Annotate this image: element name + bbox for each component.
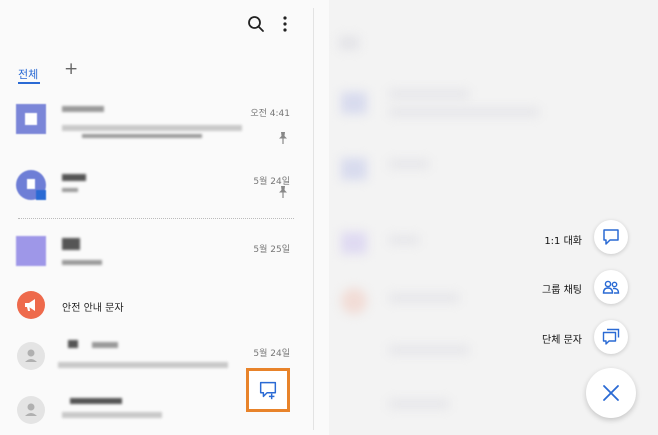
group-chat-button[interactable] — [594, 270, 628, 304]
conversation-row-safety[interactable] — [0, 285, 310, 325]
conversation-row[interactable]: 5월 24일 — [0, 166, 310, 210]
person-icon — [25, 349, 37, 362]
avatar — [16, 104, 46, 134]
avatar — [16, 236, 46, 266]
one-to-one-chat-button[interactable] — [594, 220, 628, 254]
megaphone-icon — [25, 299, 35, 311]
menu-label-one-to-one[interactable]: 1:1 대화 — [512, 232, 582, 247]
conversation-time: 5월 24일 — [253, 349, 290, 359]
contact-name-redacted — [92, 342, 118, 348]
close-fab-button[interactable] — [586, 368, 636, 418]
safety-avatar — [17, 291, 45, 319]
message-preview-redacted — [62, 260, 102, 265]
menu-label-broadcast[interactable]: 단체 문자 — [512, 331, 582, 346]
broadcast-message-button[interactable] — [594, 320, 628, 354]
broadcast-icon — [602, 328, 620, 345]
more-vert-icon[interactable] — [275, 14, 295, 34]
search-icon[interactable] — [246, 14, 266, 34]
pin-icon — [279, 132, 287, 144]
screen-divider — [313, 8, 314, 430]
new-chat-icon — [259, 381, 277, 400]
menu-label-group-chat[interactable]: 그룹 채팅 — [512, 281, 582, 296]
avatar — [17, 396, 45, 424]
contact-name-redacted — [62, 174, 86, 181]
pin-icon — [279, 186, 287, 198]
message-preview-redacted — [62, 412, 162, 418]
person-icon — [25, 403, 37, 416]
conversation-time: 오전 4:41 — [250, 109, 290, 119]
tab-all-underline — [18, 82, 40, 84]
close-icon — [603, 385, 619, 401]
conversation-row[interactable]: 오전 4:41 — [0, 100, 310, 146]
avatar — [17, 342, 45, 370]
message-preview-redacted — [58, 362, 228, 368]
contact-name-redacted — [62, 238, 80, 250]
tab-all[interactable]: 전체 — [18, 66, 38, 82]
add-tab-button[interactable]: + — [64, 59, 78, 79]
chat-bubble-icon — [603, 229, 619, 245]
pinned-divider — [18, 218, 294, 219]
contact-name-redacted — [62, 106, 104, 112]
message-preview-redacted — [62, 188, 78, 192]
new-chat-button[interactable] — [246, 368, 290, 412]
contact-name-redacted — [70, 398, 122, 404]
conversation-row[interactable]: 5월 25일 — [0, 232, 310, 272]
conversation-name: 안전 안내 문자 — [62, 303, 124, 314]
conversation-time: 5월 25일 — [253, 245, 290, 255]
avatar — [16, 170, 46, 200]
group-icon — [602, 280, 620, 294]
chat-list-panel: 전체 + 오전 4:41 5월 24일 5월 25일 안전 안내 문자 5월 2… — [0, 0, 329, 435]
message-preview-redacted — [62, 125, 242, 131]
